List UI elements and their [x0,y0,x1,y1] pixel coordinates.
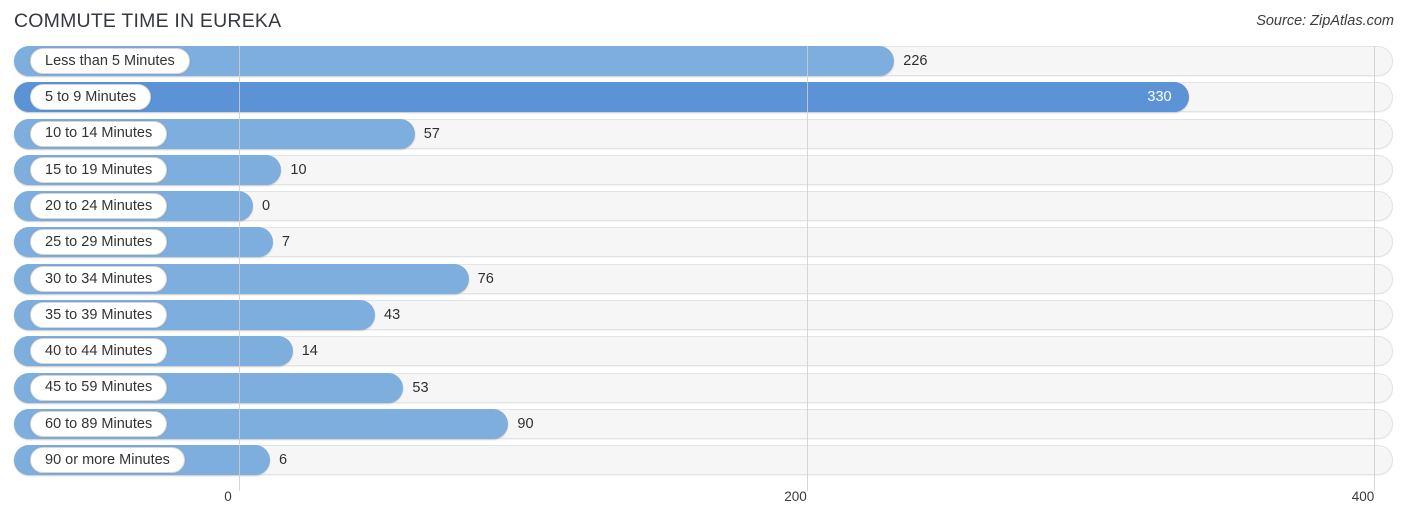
x-axis: 0 200 400 [0,487,1406,524]
category-label: 90 or more Minutes [45,452,170,469]
category-label: 45 to 59 Minutes [45,379,153,396]
bar-row[interactable]: Less than 5 Minutes 226 [0,46,1406,76]
category-label: 40 to 44 Minutes [45,343,153,360]
category-label-pill: 40 to 44 Minutes [30,338,168,365]
bar-value-label: 14 [301,343,318,360]
category-label-pill: 45 to 59 Minutes [30,374,168,401]
bar-value-label: 90 [517,415,534,432]
bar-row[interactable]: 10 to 14 Minutes 57 [0,118,1406,149]
category-label-pill: 5 to 9 Minutes [30,84,152,111]
chart-header: COMMUTE TIME IN EUREKA Source: ZipAtlas.… [0,0,1406,46]
category-label: 35 to 39 Minutes [45,306,153,323]
bar-value-label: 330 [1147,89,1172,106]
bar-value-label: 6 [279,452,288,469]
category-label: 10 to 14 Minutes [45,125,153,142]
bar-value-label: 43 [384,307,401,324]
category-label-pill: 25 to 29 Minutes [30,229,168,256]
bar-value-label: 76 [477,270,494,287]
category-label-pill: 15 to 19 Minutes [30,156,168,183]
category-label: 25 to 29 Minutes [45,234,153,251]
bar-value-label: 57 [423,125,440,142]
bar-row[interactable]: 35 to 39 Minutes 43 [0,300,1406,331]
bar-row[interactable]: 20 to 24 Minutes 0 [0,191,1406,222]
bar-row[interactable]: 5 to 9 Minutes 330 [0,82,1406,113]
category-label-pill: 30 to 34 Minutes [30,265,168,292]
bar-value-label: 0 [262,198,271,215]
bar-row[interactable]: 90 or more Minutes 6 [0,445,1406,476]
category-label-pill: Less than 5 Minutes [30,48,190,74]
bar-rows: Less than 5 Minutes 226 5 to 9 Minutes 330 1… [0,46,1406,482]
category-label: 5 to 9 Minutes [45,89,137,106]
bar-value-label: 10 [290,161,307,178]
category-label-pill: 35 to 39 Minutes [30,302,168,329]
category-label: 30 to 34 Minutes [45,270,153,287]
x-axis-tick-label: 400 [1351,489,1375,504]
bar-row[interactable]: 60 to 89 Minutes 90 [0,408,1406,439]
bar-value-label: 7 [281,234,290,251]
bar-row[interactable]: 15 to 19 Minutes 10 [0,154,1406,185]
chart-plot-area: Less than 5 Minutes 226 5 to 9 Minutes 330 1… [0,46,1406,491]
bar-value-label: 53 [412,379,429,396]
category-label-pill: 10 to 14 Minutes [30,120,168,147]
category-label-pill: 60 to 89 Minutes [30,410,168,437]
bar-row[interactable]: 45 to 59 Minutes 53 [0,372,1406,403]
bar-fill[interactable] [14,82,1190,113]
bar-row[interactable]: 25 to 29 Minutes 7 [0,227,1406,258]
page-title: COMMUTE TIME IN EUREKA [14,10,282,32]
x-axis-tick-label: 0 [224,489,232,504]
category-label: 20 to 24 Minutes [45,197,153,214]
category-label: 15 to 19 Minutes [45,161,153,178]
category-label: Less than 5 Minutes [45,52,175,69]
bar-value-label: 226 [903,53,928,69]
category-label-pill: 20 to 24 Minutes [30,193,168,220]
bar-row[interactable]: 40 to 44 Minutes 14 [0,336,1406,367]
category-label: 60 to 89 Minutes [45,415,153,432]
source-attribution: Source: ZipAtlas.com [1256,13,1394,29]
bar-row[interactable]: 30 to 34 Minutes 76 [0,263,1406,294]
category-label-pill: 90 or more Minutes [30,447,185,474]
x-axis-tick-label: 200 [784,489,807,504]
